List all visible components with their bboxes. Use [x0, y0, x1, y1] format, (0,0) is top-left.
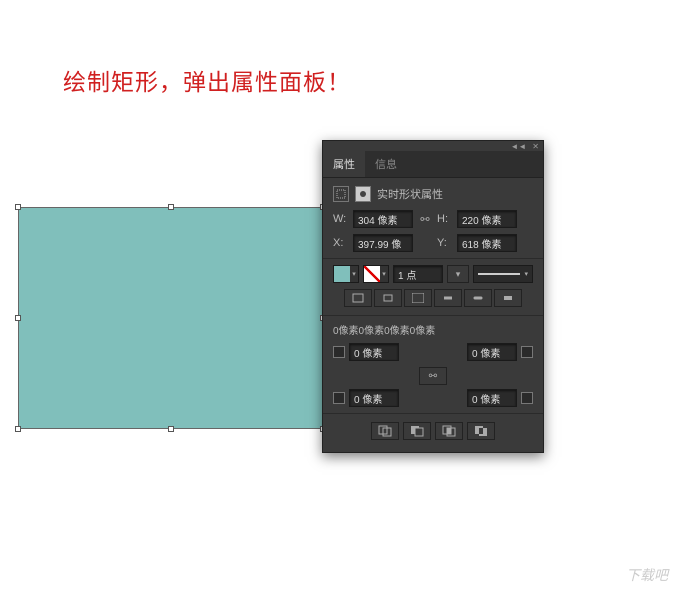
pathop-combine-button[interactable]	[371, 422, 399, 440]
x-field[interactable]: 397.99 像	[353, 234, 413, 252]
stroke-style-dropdown[interactable]: ▾	[473, 265, 533, 283]
width-field[interactable]: 304 像素	[353, 210, 413, 228]
align-outside-button[interactable]	[404, 289, 432, 307]
section-header: 实时形状属性	[333, 186, 533, 202]
corner-tl-field[interactable]: 0 像素	[349, 343, 399, 361]
resize-handle-bl[interactable]	[15, 426, 21, 432]
drawn-rectangle[interactable]	[18, 207, 323, 429]
shape-icon	[333, 186, 349, 202]
corner-summary: 0像素0像素0像素0像素	[333, 322, 533, 337]
cap-flat-button[interactable]	[434, 289, 462, 307]
collapse-icon[interactable]: ◄◄	[510, 142, 526, 151]
y-field[interactable]: 618 像素	[457, 234, 517, 252]
corner-tr-checkbox[interactable]	[521, 346, 533, 358]
stroke-width-field[interactable]: 1 点	[393, 265, 443, 283]
xy-spacer	[417, 235, 433, 251]
resize-handle-tl[interactable]	[15, 204, 21, 210]
stroke-swatch[interactable]: ▾	[363, 265, 389, 283]
cap-round-button[interactable]	[464, 289, 492, 307]
corner-bl-field[interactable]: 0 像素	[349, 389, 399, 407]
resize-handle-bm[interactable]	[168, 426, 174, 432]
section-title: 实时形状属性	[377, 186, 443, 202]
cap-square-button[interactable]	[494, 289, 522, 307]
align-inside-button[interactable]	[344, 289, 372, 307]
corner-tl-checkbox[interactable]	[333, 346, 345, 358]
pathop-subtract-button[interactable]	[403, 422, 431, 440]
link-wh-icon[interactable]: ⚯	[417, 211, 433, 227]
instruction-caption: 绘制矩形，弹出属性面板！	[63, 63, 351, 97]
height-label: H:	[437, 213, 453, 225]
x-label: X:	[333, 237, 349, 249]
close-icon[interactable]: ✕	[532, 142, 539, 151]
pathop-exclude-button[interactable]	[467, 422, 495, 440]
corner-tr-field[interactable]: 0 像素	[467, 343, 517, 361]
mask-icon	[355, 186, 371, 202]
panel-topbar: ◄◄ ✕	[323, 141, 543, 151]
stroke-width-dropdown[interactable]: ▾	[447, 265, 469, 283]
corner-br-checkbox[interactable]	[521, 392, 533, 404]
align-center-button[interactable]	[374, 289, 402, 307]
height-field[interactable]: 220 像素	[457, 210, 517, 228]
tab-properties[interactable]: 属性	[323, 151, 365, 177]
properties-panel: ◄◄ ✕ 属性 信息 实时形状属性 W: 304 像素 ⚯ H: 220 像素 …	[322, 140, 544, 453]
y-label: Y:	[437, 237, 453, 249]
corner-br-field[interactable]: 0 像素	[467, 389, 517, 407]
link-corners-icon[interactable]: ⚯	[419, 367, 447, 385]
panel-tabs: 属性 信息	[323, 151, 543, 178]
width-label: W:	[333, 213, 349, 225]
tab-info[interactable]: 信息	[365, 151, 407, 177]
resize-handle-tm[interactable]	[168, 204, 174, 210]
fill-swatch[interactable]: ▾	[333, 265, 359, 283]
watermark: 下载吧	[626, 565, 668, 585]
resize-handle-ml[interactable]	[15, 315, 21, 321]
corner-bl-checkbox[interactable]	[333, 392, 345, 404]
pathop-intersect-button[interactable]	[435, 422, 463, 440]
